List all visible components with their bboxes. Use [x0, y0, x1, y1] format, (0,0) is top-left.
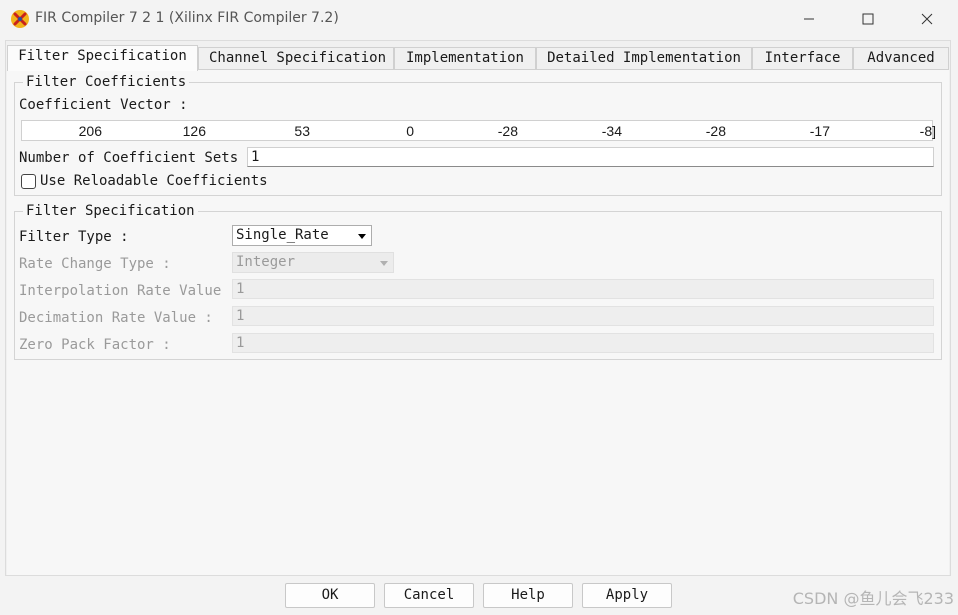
coefficient-value: 0 — [406, 123, 414, 139]
maximize-icon — [862, 13, 874, 25]
rate-change-type-label: Rate Change Type : — [19, 256, 171, 272]
tab-detailed-implementation[interactable]: Detailed Implementation — [536, 47, 752, 69]
rate-change-type-dropdown[interactable]: Integer — [232, 252, 394, 273]
apply-button[interactable]: Apply — [582, 583, 672, 608]
rate-change-type-value: Integer — [236, 254, 296, 270]
title-bar: FIR Compiler 7 2 1 (Xilinx FIR Compiler … — [0, 0, 958, 38]
coefficient-sets-label: Number of Coefficient Sets : — [19, 150, 256, 166]
interpolation-rate-label: Interpolation Rate Value : — [19, 283, 239, 299]
help-button[interactable]: Help — [483, 583, 573, 608]
coefficient-vector-label: Coefficient Vector : — [19, 97, 188, 113]
zero-pack-factor-label: Zero Pack Factor : — [19, 337, 171, 353]
reloadable-coefficients-label: Use Reloadable Coefficients — [40, 173, 268, 189]
coefficient-value: 53 — [294, 123, 310, 139]
filter-coefficients-legend: Filter Coefficients — [23, 74, 190, 90]
dialog-client-area: Filter Specification Channel Specificati… — [5, 40, 951, 576]
tab-filter-specification[interactable]: Filter Specification — [7, 45, 198, 71]
decimation-rate-input[interactable]: 1 — [232, 306, 934, 326]
filter-specification-panel: Filter Coefficients Coefficient Vector :… — [7, 69, 949, 575]
filter-specification-legend: Filter Specification — [23, 203, 198, 219]
xilinx-logo-icon — [10, 9, 30, 29]
coefficient-value: 126 — [182, 123, 206, 139]
minimize-icon — [804, 18, 814, 20]
interpolation-rate-input[interactable]: 1 — [232, 279, 934, 299]
watermark-text: CSDN @鱼儿会飞233 — [792, 589, 954, 608]
minimize-button[interactable] — [780, 0, 838, 38]
coefficient-vector-values: 206 126 53 0 -28 -34 -28 -17 -8] — [22, 123, 936, 140]
filter-type-dropdown[interactable]: Single_Rate — [232, 225, 372, 246]
dropdown-arrow-icon — [358, 234, 366, 239]
tab-interface[interactable]: Interface — [752, 47, 853, 69]
filter-type-value: Single_Rate — [236, 227, 329, 243]
tab-advanced[interactable]: Advanced — [853, 47, 949, 69]
ok-button[interactable]: OK — [285, 583, 375, 608]
maximize-button[interactable] — [839, 0, 897, 38]
tab-channel-specification[interactable]: Channel Specification — [198, 47, 394, 69]
close-button[interactable] — [898, 0, 956, 38]
zero-pack-factor-input[interactable]: 1 — [232, 333, 934, 353]
filter-type-label: Filter Type : — [19, 229, 129, 245]
tab-implementation[interactable]: Implementation — [394, 47, 536, 69]
tab-bar: Filter Specification Channel Specificati… — [6, 45, 950, 71]
coefficient-value: -28 — [497, 123, 518, 139]
coefficient-vector-field[interactable]: 206 126 53 0 -28 -34 -28 -17 -8] — [21, 120, 936, 141]
coefficient-value: -34 — [601, 123, 622, 139]
reloadable-coefficients-checkbox[interactable] — [21, 174, 36, 189]
dropdown-arrow-icon — [380, 261, 388, 266]
coefficient-sets-input[interactable]: 1 — [247, 147, 934, 167]
window-title: FIR Compiler 7 2 1 (Xilinx FIR Compiler … — [35, 10, 339, 26]
coefficient-value: -8] — [919, 123, 936, 139]
coefficient-value: -28 — [705, 123, 726, 139]
close-icon — [921, 13, 933, 25]
coefficient-value: 206 — [78, 123, 102, 139]
cancel-button[interactable]: Cancel — [384, 583, 474, 608]
decimation-rate-label: Decimation Rate Value : — [19, 310, 213, 326]
coefficient-value: -17 — [809, 123, 830, 139]
